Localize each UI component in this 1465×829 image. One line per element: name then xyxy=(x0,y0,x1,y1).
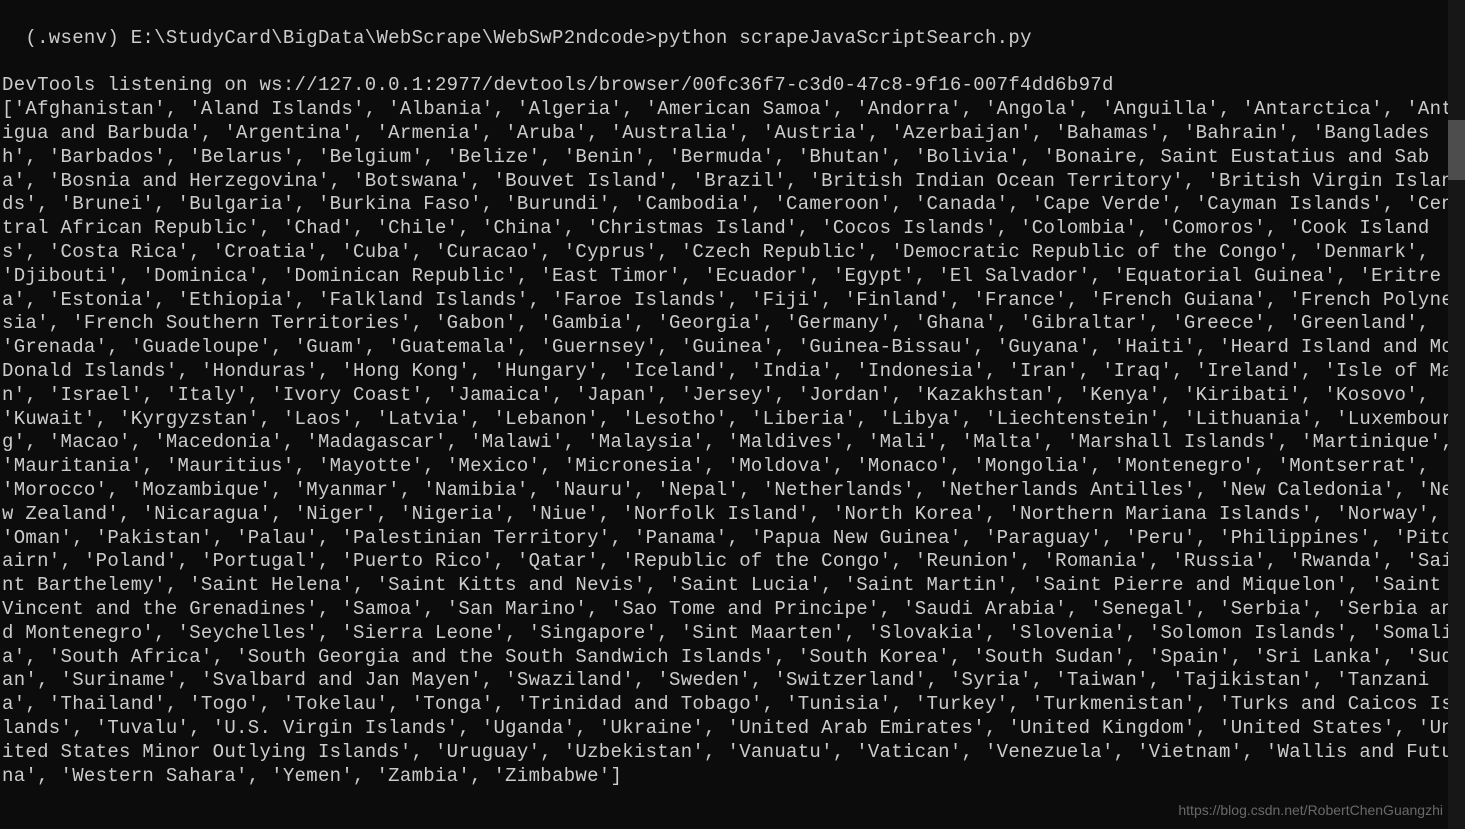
vertical-scrollbar[interactable] xyxy=(1448,0,1465,829)
prompt-env: (.wsenv) xyxy=(25,27,119,49)
prompt-path: E:\StudyCard\BigData\WebScrape\WebSwP2nd… xyxy=(131,27,658,49)
watermark-text: https://blog.csdn.net/RobertChenGuangzhi xyxy=(1178,799,1443,823)
scrollbar-thumb[interactable] xyxy=(1448,120,1465,180)
devtools-listening-line: DevTools listening on ws://127.0.0.1:297… xyxy=(2,74,1114,96)
terminal-window[interactable]: (.wsenv) E:\StudyCard\BigData\WebScrape\… xyxy=(0,0,1465,829)
script-output: ['Afghanistan', 'Aland Islands', 'Albani… xyxy=(2,98,1465,786)
prompt-command: python scrapeJavaScriptSearch.py xyxy=(657,27,1031,49)
prompt-line: (.wsenv) E:\StudyCard\BigData\WebScrape\… xyxy=(25,27,1031,49)
